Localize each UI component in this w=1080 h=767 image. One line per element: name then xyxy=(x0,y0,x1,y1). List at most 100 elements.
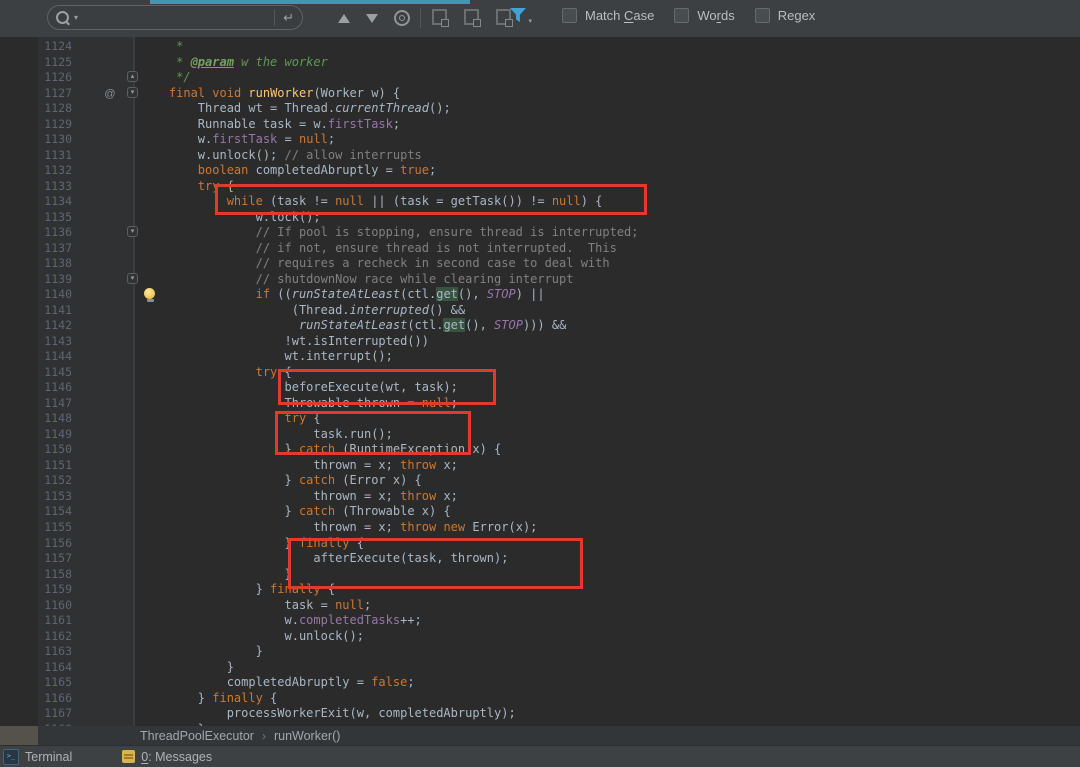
search-in-selection-icon[interactable] xyxy=(432,9,447,25)
next-occurrence-icon[interactable] xyxy=(366,14,378,23)
search-in-comments-icon[interactable] xyxy=(464,9,479,25)
line-number[interactable]: 1124 xyxy=(38,39,72,55)
line-number[interactable]: 1155 xyxy=(38,520,72,536)
code-line[interactable]: 1164 } xyxy=(0,660,1080,676)
line-number[interactable]: 1164 xyxy=(38,660,72,676)
code-line[interactable]: 1130 w.firstTask = null; xyxy=(0,132,1080,148)
line-number[interactable]: 1163 xyxy=(38,644,72,660)
words-checkbox[interactable]: Words xyxy=(674,8,734,23)
filter-search-results-icon[interactable]: ▾ xyxy=(510,8,526,22)
code-line[interactable]: 1141 (Thread.interrupted() && xyxy=(0,303,1080,319)
line-number[interactable]: 1160 xyxy=(38,598,72,614)
code-line[interactable]: 1166 } finally { xyxy=(0,691,1080,707)
line-number[interactable]: 1161 xyxy=(38,613,72,629)
line-number[interactable]: 1149 xyxy=(38,427,72,443)
search-history-caret-icon[interactable]: ▾ xyxy=(74,13,78,22)
code-line[interactable]: 1132 boolean completedAbruptly = true; xyxy=(0,163,1080,179)
code-line[interactable]: 1167 processWorkerExit(w, completedAbrup… xyxy=(0,706,1080,722)
breadcrumb-item[interactable]: runWorker() xyxy=(274,729,340,743)
words-checkbox-box[interactable] xyxy=(674,8,689,23)
line-number[interactable]: 1135 xyxy=(38,210,72,226)
code-line[interactable]: 1128 Thread wt = Thread.currentThread(); xyxy=(0,101,1080,117)
newline-toggle-icon[interactable]: ↵ xyxy=(274,10,294,26)
line-number[interactable]: 1133 xyxy=(38,179,72,195)
line-number[interactable]: 1157 xyxy=(38,551,72,567)
code-line[interactable]: 1127 final void runWorker(Worker w) { xyxy=(0,86,1080,102)
search-in-literals-icon[interactable] xyxy=(496,9,511,25)
code-line[interactable]: 1151 thrown = x; throw x; xyxy=(0,458,1080,474)
line-number[interactable]: 1129 xyxy=(38,117,72,133)
code-editor[interactable]: 1124 *1125 * @param w the worker1126 */1… xyxy=(0,37,1080,726)
fold-marker-icon[interactable]: ▾ xyxy=(127,273,138,284)
line-number[interactable]: 1139 xyxy=(38,272,72,288)
code-line[interactable]: 1138 // requires a recheck in second cas… xyxy=(0,256,1080,272)
code-line[interactable]: 1150 } catch (RuntimeException x) { xyxy=(0,442,1080,458)
line-number[interactable]: 1141 xyxy=(38,303,72,319)
line-number[interactable]: 1130 xyxy=(38,132,72,148)
line-number[interactable]: 1165 xyxy=(38,675,72,691)
code-line[interactable]: 1160 task = null; xyxy=(0,598,1080,614)
regex-checkbox-box[interactable] xyxy=(755,8,770,23)
code-line[interactable]: 1142 runStateAtLeast(ctl.get(), STOP))) … xyxy=(0,318,1080,334)
code-line[interactable]: 1152 } catch (Error x) { xyxy=(0,473,1080,489)
line-number[interactable]: 1137 xyxy=(38,241,72,257)
fold-marker-icon[interactable]: ▴ xyxy=(127,71,138,82)
code-line[interactable]: 1146 beforeExecute(wt, task); xyxy=(0,380,1080,396)
find-all-occurrences-icon[interactable] xyxy=(394,10,410,26)
line-number[interactable]: 1143 xyxy=(38,334,72,350)
code-line[interactable]: 1125 * @param w the worker xyxy=(0,55,1080,71)
line-number[interactable]: 1138 xyxy=(38,256,72,272)
code-line[interactable]: 1129 Runnable task = w.firstTask; xyxy=(0,117,1080,133)
line-number[interactable]: 1142 xyxy=(38,318,72,334)
code-line[interactable]: 1165 completedAbruptly = false; xyxy=(0,675,1080,691)
fold-marker-icon[interactable]: ▾ xyxy=(127,87,138,98)
line-number[interactable]: 1159 xyxy=(38,582,72,598)
match-case-checkbox-box[interactable] xyxy=(562,8,577,23)
search-input[interactable]: ▾ ↵ xyxy=(47,5,303,30)
code-line[interactable]: 1161 w.completedTasks++; xyxy=(0,613,1080,629)
line-number[interactable]: 1154 xyxy=(38,504,72,520)
code-line[interactable]: 1136 // If pool is stopping, ensure thre… xyxy=(0,225,1080,241)
line-number[interactable]: 1156 xyxy=(38,536,72,552)
code-line[interactable]: 1139 // shutdownNow race while clearing … xyxy=(0,272,1080,288)
line-number[interactable]: 1126 xyxy=(38,70,72,86)
code-line[interactable]: 1131 w.unlock(); // allow interrupts xyxy=(0,148,1080,164)
regex-checkbox[interactable]: Regex xyxy=(755,8,816,23)
previous-occurrence-icon[interactable] xyxy=(338,14,350,23)
line-number[interactable]: 1152 xyxy=(38,473,72,489)
line-number[interactable]: 1131 xyxy=(38,148,72,164)
code-line[interactable]: 1143 !wt.isInterrupted()) xyxy=(0,334,1080,350)
messages-tool-button[interactable]: 0: Messages xyxy=(122,750,212,764)
line-number[interactable]: 1153 xyxy=(38,489,72,505)
breadcrumb-item[interactable]: ThreadPoolExecutor xyxy=(140,729,254,743)
line-number[interactable]: 1148 xyxy=(38,411,72,427)
intention-bulb-icon[interactable] xyxy=(144,288,156,303)
code-line[interactable]: 1148 try { xyxy=(0,411,1080,427)
line-number[interactable]: 1140 xyxy=(38,287,72,303)
code-line[interactable]: 1155 thrown = x; throw new Error(x); xyxy=(0,520,1080,536)
line-number[interactable]: 1146 xyxy=(38,380,72,396)
code-line[interactable]: 1153 thrown = x; throw x; xyxy=(0,489,1080,505)
code-line[interactable]: 1124 * xyxy=(0,39,1080,55)
code-line[interactable]: 1140 if ((runStateAtLeast(ctl.get(), STO… xyxy=(0,287,1080,303)
line-number[interactable]: 1125 xyxy=(38,55,72,71)
line-number[interactable]: 1127 xyxy=(38,86,72,102)
code-line[interactable]: 1147 Throwable thrown = null; xyxy=(0,396,1080,412)
match-case-checkbox[interactable]: Match Case xyxy=(562,8,654,23)
code-line[interactable]: 1137 // if not, ensure thread is not int… xyxy=(0,241,1080,257)
annotation-at-icon[interactable]: @ xyxy=(103,87,117,101)
line-number[interactable]: 1151 xyxy=(38,458,72,474)
code-line[interactable]: 1154 } catch (Throwable x) { xyxy=(0,504,1080,520)
line-number[interactable]: 1162 xyxy=(38,629,72,645)
line-number[interactable]: 1167 xyxy=(38,706,72,722)
line-number[interactable]: 1158 xyxy=(38,567,72,583)
code-line[interactable]: 1163 } xyxy=(0,644,1080,660)
line-number[interactable]: 1166 xyxy=(38,691,72,707)
code-line[interactable]: 1149 task.run(); xyxy=(0,427,1080,443)
line-number[interactable]: 1150 xyxy=(38,442,72,458)
code-line[interactable]: 1144 wt.interrupt(); xyxy=(0,349,1080,365)
fold-marker-icon[interactable]: ▾ xyxy=(127,226,138,237)
line-number[interactable]: 1145 xyxy=(38,365,72,381)
line-number[interactable]: 1132 xyxy=(38,163,72,179)
code-line[interactable]: 1145 try { xyxy=(0,365,1080,381)
